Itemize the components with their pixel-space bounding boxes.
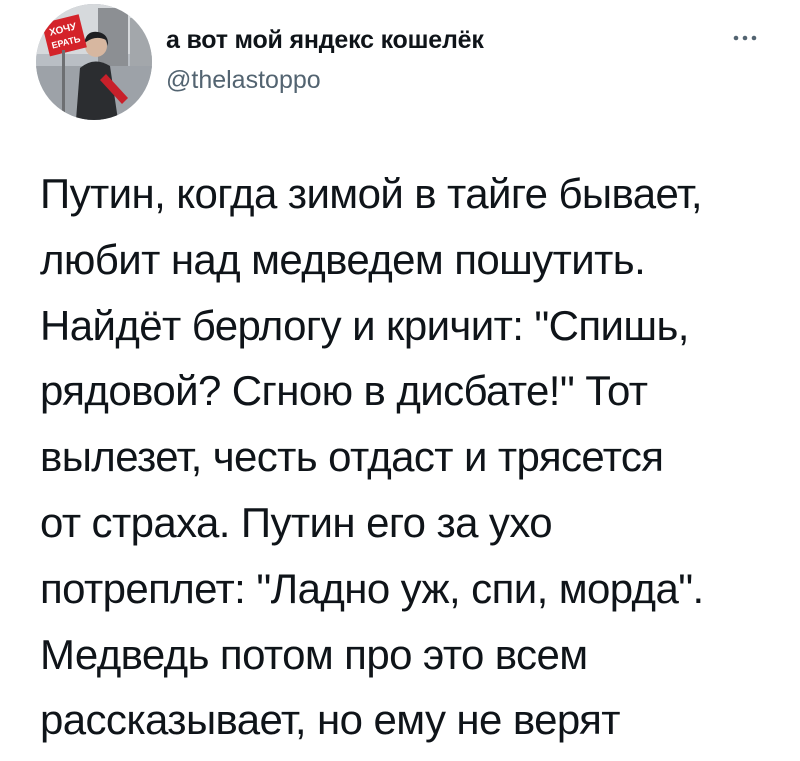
tweet-text: Путин, когда зимой в тайге бывает, любит… (40, 161, 785, 753)
tweet-text-line: рассказывает, но ему не верят (40, 696, 621, 744)
tweet-text-line: Путин, когда зимой в тайге бывает, (40, 170, 703, 217)
tweet-text-line: вылезет, честь отдаст и трясется (40, 433, 664, 481)
avatar[interactable]: ХОЧУ ЕРАТЬ (36, 4, 152, 120)
tweet-text-line: от страха. Путин его за ухо (40, 498, 553, 546)
tweet-text-line: любит над медведем пошутить. (40, 235, 646, 283)
tweet: ХОЧУ ЕРАТЬ а вот мой яндекс кошелёк @the… (0, 0, 800, 761)
avatar-image: ХОЧУ ЕРАТЬ (36, 4, 152, 120)
more-options-button[interactable] (728, 28, 762, 48)
author-display-name[interactable]: а вот мой яндекс кошелёк (166, 26, 484, 55)
tweet-text-line: Найдёт берлогу и кричит: "Спишь, (40, 301, 689, 349)
tweet-text-line: потреплет: "Ладно уж, спи, морда". (40, 564, 704, 612)
tweet-text-line: рядовой? Сгною в дисбате!" Тот (40, 367, 648, 415)
tweet-text-line: Медведь потом про это всем (40, 630, 588, 678)
author-handle[interactable]: @thelastoppo (166, 66, 321, 95)
ellipsis-icon (733, 35, 757, 41)
